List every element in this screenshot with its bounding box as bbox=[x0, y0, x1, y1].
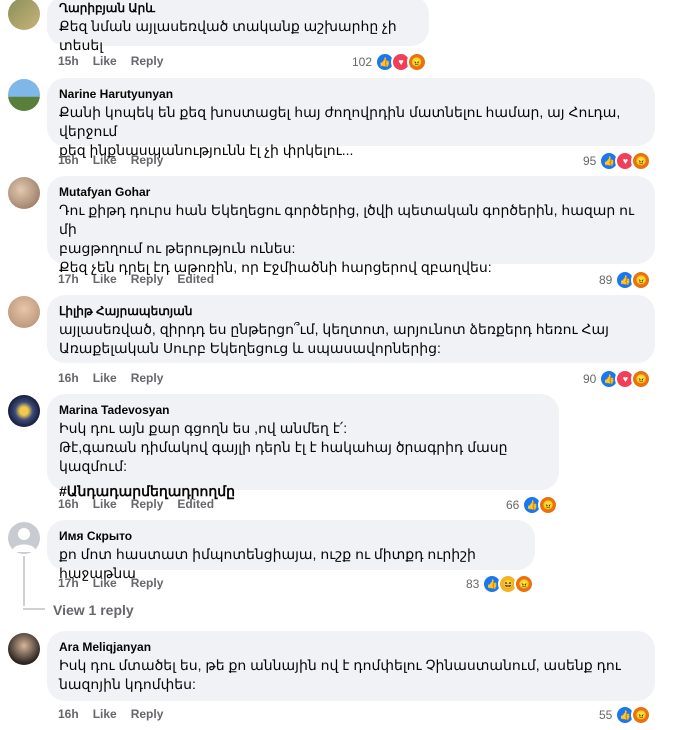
default-user-icon bbox=[12, 528, 36, 552]
timestamp[interactable]: 16h bbox=[58, 370, 79, 386]
comment-text: Իսկ դու այն քար գցողն ես ,ով անմեղ է՛: bbox=[59, 420, 348, 436]
author-name[interactable]: Ara Meliqjanyan bbox=[59, 639, 643, 655]
author-name[interactable]: Ղարիբյան Արև bbox=[59, 0, 417, 16]
avatar[interactable] bbox=[8, 177, 40, 209]
like-button[interactable]: Like bbox=[93, 53, 117, 69]
view-replies-link[interactable]: View 1 reply bbox=[53, 602, 134, 618]
angry-reaction-icon: 😠 bbox=[407, 52, 428, 72]
reaction-count: 66 bbox=[506, 498, 520, 512]
reply-button[interactable]: Reply bbox=[131, 706, 164, 722]
avatar[interactable] bbox=[8, 522, 40, 554]
timestamp[interactable]: 16h bbox=[58, 152, 79, 168]
avatar[interactable] bbox=[8, 296, 40, 328]
reply-button[interactable]: Reply bbox=[131, 53, 164, 69]
angry-reaction-icon: 😠 bbox=[631, 705, 652, 725]
reaction-summary[interactable]: 90 👍 ♥ 😠 bbox=[583, 369, 652, 389]
comment-text: Դու քիթդ դուրս հան Եկեղեցու գործերից, լծ… bbox=[59, 202, 635, 237]
timestamp[interactable]: 15h bbox=[58, 53, 79, 69]
angry-reaction-icon: 😠 bbox=[631, 270, 652, 290]
timestamp[interactable]: 17h bbox=[58, 575, 79, 591]
comment-text: բացթողում ու թերություն ունես: bbox=[59, 240, 296, 256]
angry-reaction-icon: 😠 bbox=[631, 369, 652, 389]
edited-label[interactable]: Edited bbox=[177, 271, 214, 287]
timestamp[interactable]: 17h bbox=[58, 271, 79, 287]
reply-button[interactable]: Reply bbox=[131, 370, 164, 386]
comment-bubble: Mutafyan Gohar Դու քիթդ դուրս հան Եկեղեց… bbox=[47, 176, 655, 275]
author-name[interactable]: Mutafyan Gohar bbox=[59, 184, 643, 200]
reply-button[interactable]: Reply bbox=[131, 271, 164, 287]
angry-reaction-icon: 😠 bbox=[538, 495, 559, 515]
reaction-count: 90 bbox=[583, 372, 597, 386]
reaction-count: 55 bbox=[599, 708, 613, 722]
comment-text: Թէ,գառան դիմակով գայլի դերն էլ է հակահայ… bbox=[59, 439, 508, 474]
reaction-count: 102 bbox=[352, 55, 373, 69]
comment-text: նազոյին կդոմփես: bbox=[59, 676, 196, 692]
thread-line bbox=[23, 608, 45, 610]
author-name[interactable]: Լիլիթ Հայրապետյան bbox=[59, 303, 643, 319]
like-button[interactable]: Like bbox=[93, 271, 117, 287]
timestamp[interactable]: 16h bbox=[58, 706, 79, 722]
like-button[interactable]: Like bbox=[93, 496, 117, 512]
like-button[interactable]: Like bbox=[93, 152, 117, 168]
author-name[interactable]: Narine Harutyunyan bbox=[59, 86, 643, 102]
reaction-summary[interactable]: 95 👍 ♥ 😠 bbox=[583, 151, 652, 171]
comment-bubble: Narine Harutyunyan Քանի կոպեկ են քեզ խոս… bbox=[47, 78, 655, 158]
angry-reaction-icon: 😠 bbox=[631, 151, 652, 171]
comment-text: Առաքելական Սուրբ Եկեղեցուց և սպասավորներ… bbox=[59, 340, 441, 356]
comment-bubble: Ղարիբյան Արև Քեզ նման այլասեռված տականք … bbox=[47, 0, 429, 53]
reaction-summary[interactable]: 83 👍 😆 😠 bbox=[466, 574, 535, 594]
like-button[interactable]: Like bbox=[93, 370, 117, 386]
comment-bubble: Имя Скрыто քո մոտ հաստատ իմպոտենցիայա, ո… bbox=[47, 520, 535, 581]
comment-bubble: Marina Tadevosyan Իսկ դու այն քար գցողն … bbox=[47, 394, 559, 499]
reaction-summary[interactable]: 102 👍 ♥ 😠 bbox=[352, 52, 428, 72]
avatar[interactable] bbox=[8, 79, 40, 111]
reply-button[interactable]: Reply bbox=[131, 496, 164, 512]
reply-button[interactable]: Reply bbox=[131, 575, 164, 591]
like-button[interactable]: Like bbox=[93, 706, 117, 722]
reaction-count: 95 bbox=[583, 154, 597, 168]
like-button[interactable]: Like bbox=[93, 575, 117, 591]
thread-line bbox=[23, 556, 25, 606]
reaction-count: 83 bbox=[466, 577, 480, 591]
angry-reaction-icon: 😠 bbox=[514, 574, 535, 594]
reaction-summary[interactable]: 89 👍 😠 bbox=[599, 270, 652, 290]
comment-text: Քեզ նման այլասեռված տականք աշխարհը չի տե… bbox=[59, 18, 397, 53]
timestamp[interactable]: 16h bbox=[58, 496, 79, 512]
edited-label[interactable]: Edited bbox=[177, 496, 214, 512]
comment-bubble: Լիլիթ Հայրապետյան այլասեռված, զիրդդ ես ը… bbox=[47, 295, 655, 363]
avatar[interactable] bbox=[8, 395, 40, 427]
author-name[interactable]: Marina Tadevosyan bbox=[59, 402, 547, 418]
comment-text: այլասեռված, զիրդդ ես ընթերցո՞ւմ, կեղտոտ,… bbox=[59, 321, 609, 337]
author-name[interactable]: Имя Скрыто bbox=[59, 528, 523, 544]
reaction-summary[interactable]: 66 👍 😠 bbox=[506, 495, 559, 515]
comment-text: Քանի կոպեկ են քեզ խոստացել հայ ժողովրդին… bbox=[59, 104, 621, 139]
reaction-count: 89 bbox=[599, 273, 613, 287]
comment-bubble: Ara Meliqjanyan Իսկ դու մտածել ես, թե քո… bbox=[47, 631, 655, 701]
comment-text: Իսկ դու մտածել ես, թե քո աննային ով է դո… bbox=[59, 657, 621, 673]
reply-button[interactable]: Reply bbox=[131, 152, 164, 168]
avatar[interactable] bbox=[8, 633, 40, 665]
avatar[interactable] bbox=[8, 0, 40, 30]
reaction-summary[interactable]: 55 👍 😠 bbox=[599, 705, 652, 725]
